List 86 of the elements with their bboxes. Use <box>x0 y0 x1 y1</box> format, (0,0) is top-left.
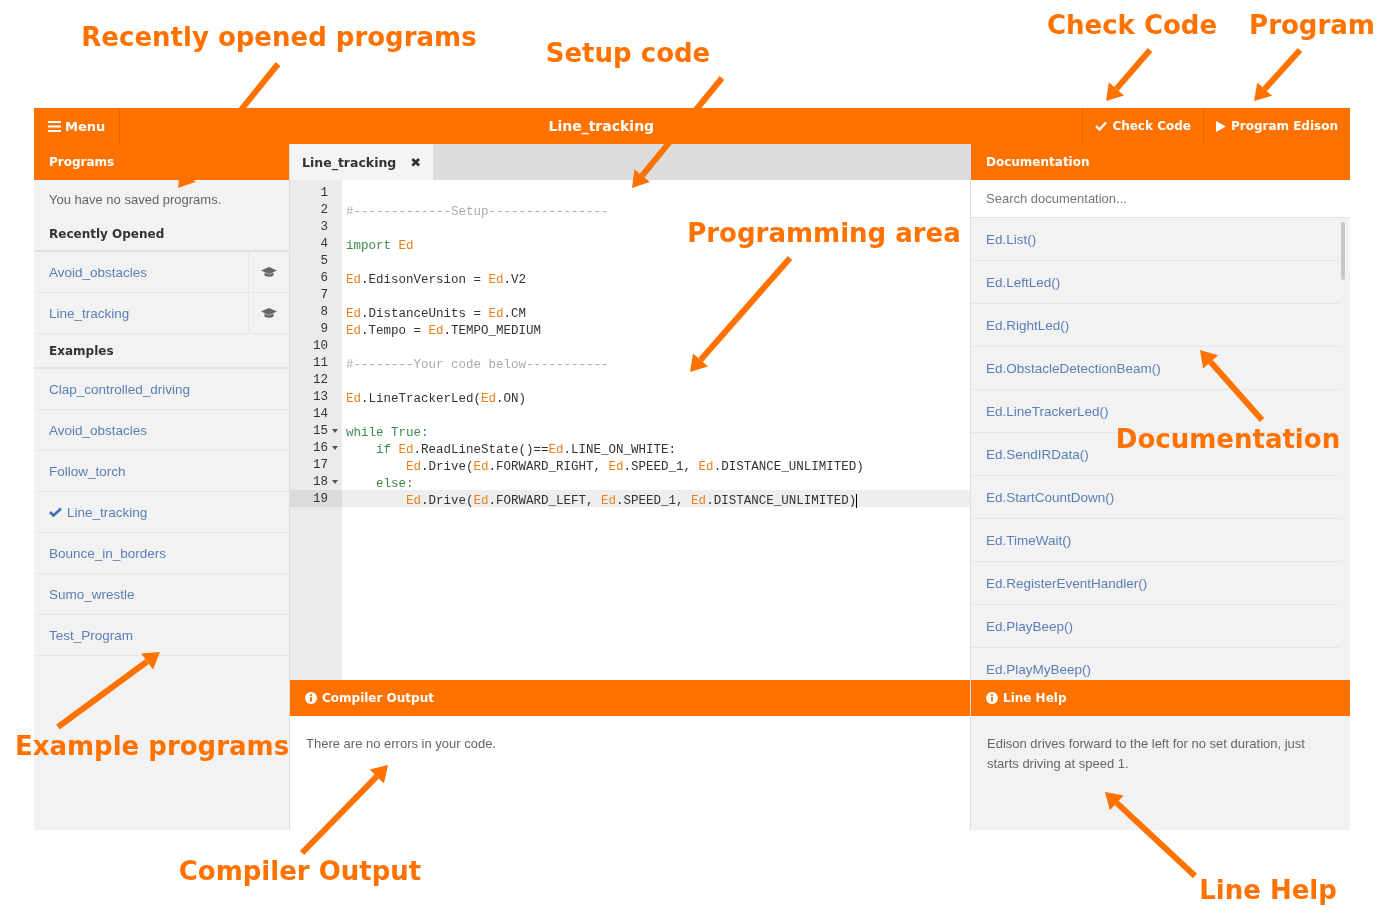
line-number: 16 <box>290 439 342 456</box>
documentation-item[interactable]: Ed.List() <box>986 231 1037 247</box>
compiler-output-header: Compiler Output <box>290 680 970 716</box>
menu-icon <box>48 120 61 132</box>
callout-arrow <box>1254 48 1303 101</box>
line-number: 5 <box>319 252 329 269</box>
code-line: Ed.LineTrackerLed(Ed.ON) <box>345 392 527 406</box>
info-icon <box>986 692 998 704</box>
code-line: #-------------Setup---------------- <box>345 205 609 219</box>
mortarboard-icon <box>261 307 277 319</box>
no-saved-programs-text: You have no saved programs. <box>48 191 223 209</box>
code-line: Ed.EdisonVersion = Ed.V2 <box>345 273 527 287</box>
search-field[interactable]: Search documentation... <box>971 180 1350 218</box>
callout-label: Program <box>1249 10 1375 40</box>
mortarboard-icon <box>261 266 277 278</box>
example-program-item[interactable]: Bounce_in_borders <box>34 533 289 574</box>
example-program-item[interactable]: Avoid_obstacles <box>34 410 289 451</box>
line-number: 12 <box>312 371 329 388</box>
line-number: 15 <box>290 422 342 439</box>
line-number: 17 <box>312 456 329 473</box>
line-help-header: Line Help <box>971 680 1350 716</box>
example-program-item[interactable]: Follow_torch <box>34 451 289 492</box>
callout-label: Programming area <box>687 218 961 248</box>
documentation-item[interactable]: Ed.SendIRData() <box>986 446 1089 462</box>
line-number: 13 <box>312 388 329 405</box>
documentation-item[interactable]: Ed.PlayMyBeep() <box>986 661 1092 677</box>
line-number: 11 <box>312 354 329 371</box>
callout-arrow <box>1106 48 1153 101</box>
code-line: while True: <box>345 426 429 440</box>
line-number: 14 <box>312 405 329 422</box>
callout-label: Compiler Output <box>178 856 422 886</box>
callout-label: Documentation <box>1115 424 1341 454</box>
documentation-item[interactable]: Ed.RightLed() <box>986 317 1070 333</box>
code-line: Ed.Drive(Ed.FORWARD_LEFT, Ed.SPEED_1, Ed.DISTANCE_UNLIMITED) <box>405 494 858 508</box>
callout-label: Setup code <box>545 38 711 68</box>
example-program-item[interactable]: Sumo_wrestle <box>34 574 289 615</box>
callout-label: Check Code <box>1046 10 1218 40</box>
callout-label: Recently opened programs <box>81 22 477 52</box>
code-line: Ed.Tempo = Ed.TEMPO_MEDIUM <box>345 324 542 338</box>
code-line: import Ed <box>345 239 414 253</box>
code-line: if Ed.ReadLineState()==Ed.LINE_ON_WHITE: <box>375 443 677 457</box>
callout-arrow <box>1200 350 1265 422</box>
line-number: 3 <box>319 218 329 235</box>
code-line: Ed.DistanceUnits = Ed.CM <box>345 307 527 321</box>
documentation-header: Documentation <box>971 144 1350 180</box>
close-icon[interactable]: ✖ <box>410 154 422 170</box>
callout-label: Line Help <box>1199 875 1337 905</box>
documentation-item[interactable]: Ed.PlayBeep() <box>986 618 1074 634</box>
line-number: 8 <box>319 303 329 320</box>
documentation-item[interactable]: Ed.ObstacleDetectionBeam() <box>986 360 1161 376</box>
documentation-item[interactable]: Ed.LineTrackerLed() <box>986 403 1109 419</box>
line-number: 7 <box>319 286 329 303</box>
line-number: 18 <box>290 473 342 490</box>
line-number: 4 <box>319 235 329 252</box>
checkmark-icon <box>1095 121 1108 131</box>
example-program-item[interactable]: Line_tracking <box>34 492 289 533</box>
callout-label: Example programs <box>14 731 290 761</box>
documentation-item[interactable]: Ed.RegisterEventHandler() <box>986 575 1148 591</box>
line-number: 10 <box>312 337 329 354</box>
checkmark-icon <box>49 507 62 517</box>
line-number: 2 <box>319 201 329 218</box>
line-number: 6 <box>319 269 329 286</box>
compiler-message: There are no errors in your code. <box>305 735 498 753</box>
fold-arrow-icon[interactable] <box>332 446 338 450</box>
fold-arrow-icon[interactable] <box>332 429 338 433</box>
line-help-text: Edison drives forward to the left for no set duration, just starts driving at speed 1. <box>986 735 1306 773</box>
line-number: 9 <box>319 320 329 337</box>
section-heading: Examples <box>34 334 289 369</box>
recent-program-item[interactable]: Avoid_obstacles <box>34 252 289 293</box>
documentation-item[interactable]: Ed.LeftLed() <box>986 274 1061 290</box>
code-line: #--------Your code below----------- <box>345 358 609 372</box>
example-program-item[interactable]: Clap_controlled_driving <box>34 369 289 410</box>
line-number: 1 <box>319 184 329 201</box>
section-heading: Recently Opened <box>34 217 289 252</box>
line-number: 19 <box>290 490 342 507</box>
scrollbar[interactable] <box>1341 222 1345 280</box>
play-icon <box>1215 120 1226 132</box>
editor-tab[interactable]: Line_tracking ✖ <box>290 144 434 180</box>
program-title: Line_tracking <box>548 118 655 134</box>
fold-arrow-icon[interactable] <box>332 480 338 484</box>
code-line: else: <box>375 477 414 491</box>
recent-program-item[interactable]: Line_tracking <box>34 293 289 334</box>
code-line: Ed.Drive(Ed.FORWARD_RIGHT, Ed.SPEED_1, Ed.DISTANCE_UNLIMITED) <box>405 460 864 474</box>
documentation-item[interactable]: Ed.StartCountDown() <box>986 489 1115 505</box>
info-icon <box>305 692 317 704</box>
documentation-item[interactable]: Ed.TimeWait() <box>986 532 1072 548</box>
